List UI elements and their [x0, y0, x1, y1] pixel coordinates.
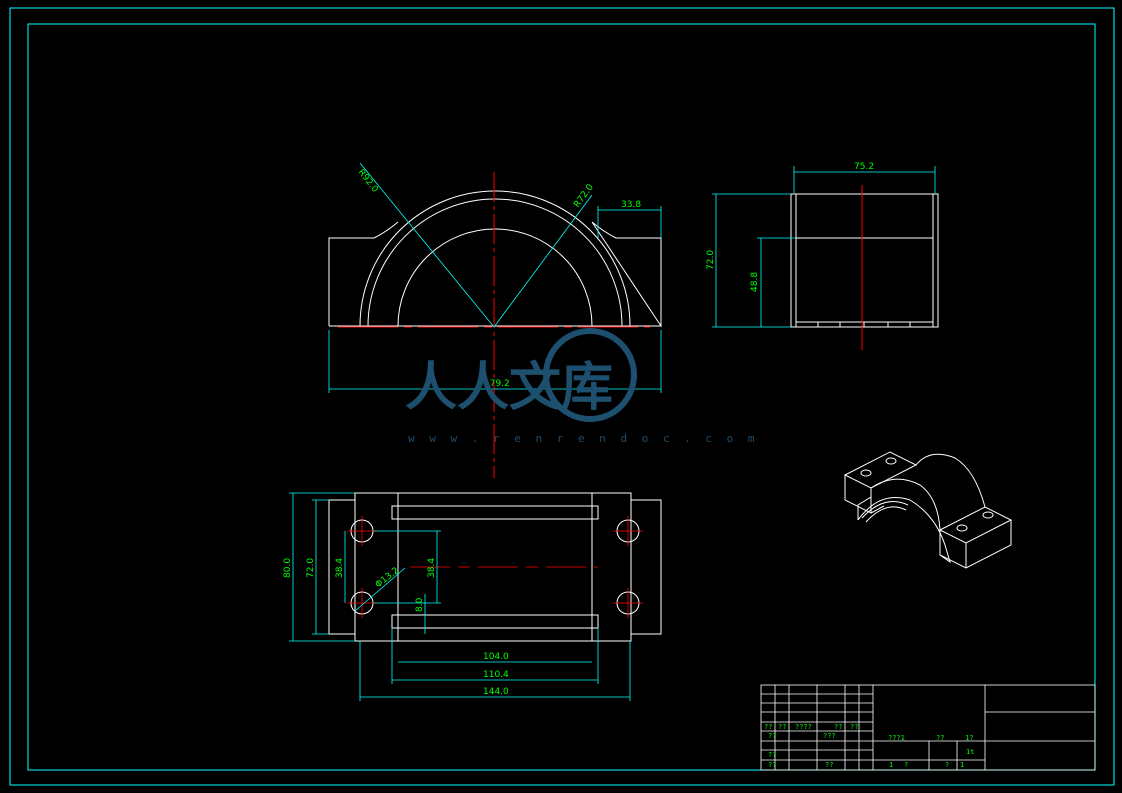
side-view: 75.2 72.0 48.8 [706, 162, 939, 350]
tb-r1c1: ?? [764, 723, 772, 731]
iso-arch-outer [915, 453, 986, 508]
iso-hole-1 [860, 469, 872, 477]
side-bottom-ticks [817, 322, 911, 327]
side-outer-rect [790, 193, 939, 328]
tb-r1c4: ?? [834, 723, 842, 731]
tb-mid-8: 1 [960, 761, 964, 769]
tb-mid-2: ?? [936, 734, 944, 742]
dim-48-8-text: 48.8 [750, 272, 760, 292]
dim-144-text: 144.0 [483, 687, 509, 697]
dim-38-4-left-text: 38.4 [335, 558, 345, 578]
tb-r3c1: ?? [768, 751, 776, 759]
outer-arc-inner [367, 198, 623, 327]
dim-8-text: 8.0 [415, 597, 425, 612]
r72-leader [493, 194, 593, 328]
tb-mid-5: 1 [889, 761, 893, 769]
tb-r4c3: ?? [825, 761, 833, 769]
dim-72-side-text: 72.0 [706, 250, 716, 270]
watermark-url: w w w . r e n r e n d o c . c o m [408, 432, 759, 445]
dim-80-text: 80.0 [283, 558, 293, 578]
tb-mid-1: ???1 [888, 734, 905, 742]
inner-arc [397, 228, 593, 327]
watermark-text: 人人文库 [405, 357, 613, 418]
iso-hole-2 [885, 457, 897, 465]
title-block-text: ?? ?? ???? ?? ?? ?? ??? ?? ?? ?? ???1 ??… [764, 723, 974, 769]
top-view: 80.0 72.0 38.4 38.4 Φ13.2 8.0 104.0 110.… [283, 492, 662, 701]
dim-110-4-text: 110.4 [483, 670, 509, 680]
front-view: R92.0 R72.0 33.8 179.2 [328, 162, 662, 478]
dim-phi13-2-text: Φ13.2 [374, 566, 402, 591]
tb-mid-3: 1? [965, 734, 973, 742]
tb-r2c1: ?? [768, 732, 776, 740]
tb-r1c5: ?? [850, 723, 858, 731]
iso-right-block [938, 506, 1013, 569]
dim-75-2-text: 75.2 [854, 162, 874, 172]
dim-33-8-text: 33.8 [621, 200, 641, 210]
dim-38-4-mid-text: 38.4 [427, 558, 437, 578]
tb-mid-4: 1t [966, 748, 974, 756]
tb-r2c3: ??? [823, 732, 836, 740]
tb-r1c3: ???? [795, 723, 812, 731]
tb-mid-7: ? [945, 761, 949, 769]
tb-r4c1: ?? [768, 761, 776, 769]
isometric-view [843, 451, 1013, 569]
cad-drawing-canvas: R92.0 R72.0 33.8 179.2 75.2 72.0 48.8 80… [9, 7, 1115, 786]
dim-72-top-text: 72.0 [306, 558, 316, 578]
top-slot-lower [391, 614, 599, 629]
tb-r1c2: ?? [778, 723, 786, 731]
iso-hole-4 [982, 511, 994, 519]
iso-hole-3 [956, 524, 968, 532]
iso-arch-edge [857, 478, 941, 531]
tb-right-grid [985, 711, 1095, 742]
dim-r92-text: R92.0 [356, 168, 380, 195]
dim-104-text: 104.0 [483, 652, 509, 662]
watermark: 人人文库 w w w . r e n r e n d o c . c o m [405, 328, 759, 445]
top-slot-upper [391, 505, 599, 520]
tb-mid-6: ? [904, 761, 908, 769]
